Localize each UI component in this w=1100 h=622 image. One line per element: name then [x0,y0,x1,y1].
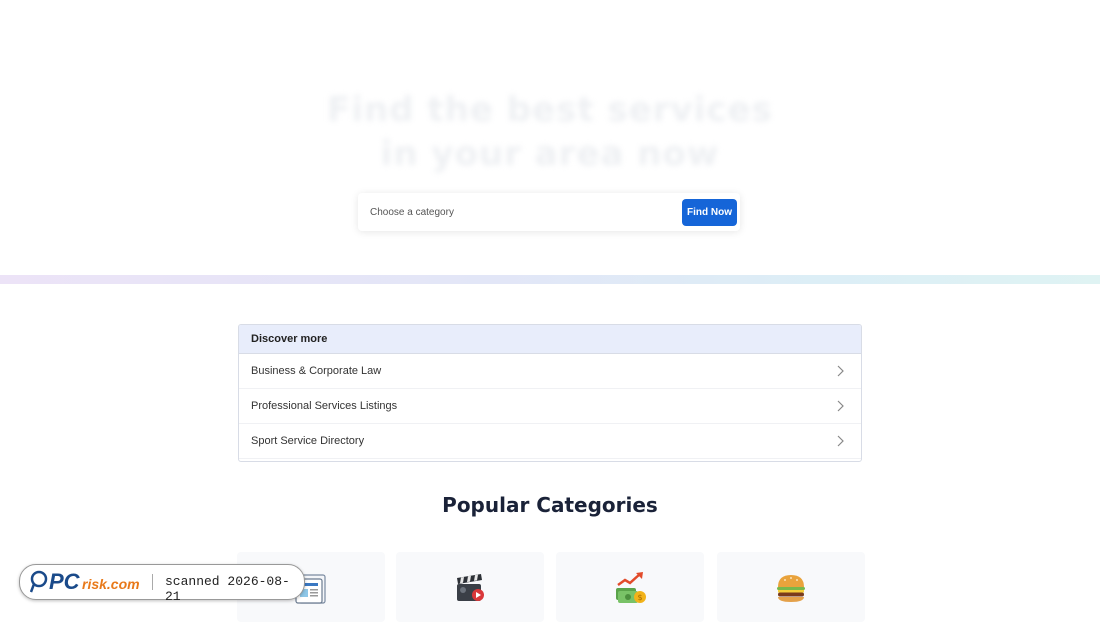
chevron-right-icon [837,400,844,412]
svg-text:risk.com: risk.com [82,576,140,592]
category-card-entertainment[interactable] [396,552,544,622]
watermark-separator [152,574,153,590]
chevron-right-icon [837,365,844,377]
hero-title-line-1: Find the best services [327,90,773,130]
popular-categories-title: Popular Categories [442,493,658,517]
pcrisk-logo: PC risk.com [30,569,140,594]
discover-more-panel: Discover more Business & Corporate Law P… [238,324,862,462]
svg-text:$: $ [637,593,642,602]
chevron-right-icon [837,435,844,447]
hero-title: Find the best services in your area now [300,88,800,176]
category-card-food[interactable] [717,552,865,622]
hero-title-line-2: in your area now [380,134,720,174]
discover-item-sport-service[interactable]: Sport Service Directory [239,424,861,459]
find-now-button[interactable]: Find Now [682,199,737,226]
discover-more-header: Discover more [239,325,861,354]
category-card-finance[interactable]: $ [556,552,704,622]
gradient-divider [0,275,1100,284]
pcrisk-watermark: PC risk.com scanned 2026-08-21 [19,564,305,604]
money-growth-icon: $ [616,572,646,603]
discover-item-business-law[interactable]: Business & Corporate Law [239,354,861,389]
discover-item-label: Professional Services Listings [251,400,398,412]
burger-icon [777,575,805,602]
category-search-input[interactable] [358,193,674,231]
discover-item-label: Sport Service Directory [251,435,365,447]
discover-item-label: Business & Corporate Law [251,365,382,377]
svg-text:PC: PC [49,569,81,594]
movie-clapper-icon [457,574,484,601]
discover-item-professional-services[interactable]: Professional Services Listings [239,389,861,424]
scan-date-text: scanned 2026-08-21 [165,574,290,604]
search-box: Find Now [358,193,740,231]
